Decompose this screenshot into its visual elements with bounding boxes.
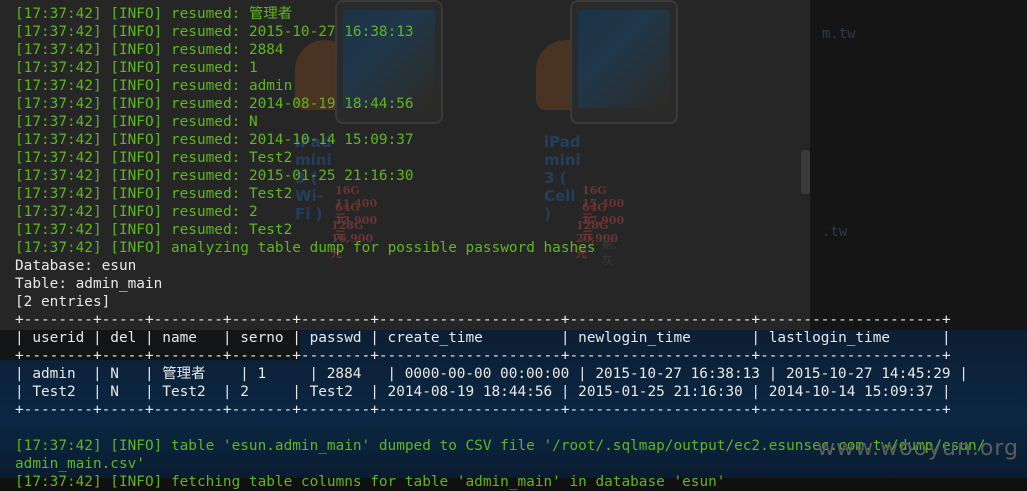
log-level: [INFO] xyxy=(110,222,163,238)
dump-database-label: Database: esun xyxy=(15,258,137,274)
log-message: resumed: 2015-01-25 21:16:30 xyxy=(170,168,414,184)
table-row: | Test2 | N | Test2 | 2 | Test2 | 2014-0… xyxy=(15,384,951,400)
terminal-window[interactable]: [17:37:42] [INFO] resumed: 管理者 [17:37:42]… xyxy=(0,0,1027,490)
log-line: [17:37:42] [INFO] resumed: 2 xyxy=(15,203,258,221)
log-timestamp: [17:37:42] xyxy=(15,204,102,220)
log-message: resumed: 2 xyxy=(170,204,258,220)
log-line: [17:37:42] [INFO] analyzing table dump f… xyxy=(15,239,596,257)
log-level: [INFO] xyxy=(110,168,163,184)
log-timestamp: [17:37:42] xyxy=(15,6,102,22)
log-timestamp: [17:37:42] xyxy=(15,96,102,112)
log-timestamp: [17:37:42] xyxy=(15,42,102,58)
log-line: [17:37:42] [INFO] resumed: 管理者 xyxy=(15,5,292,23)
log-line: [17:37:42] [INFO] fetching table columns… xyxy=(15,474,726,490)
log-line: [17:37:42] [INFO] resumed: N xyxy=(15,113,258,131)
log-timestamp: [17:37:42] xyxy=(15,60,102,76)
log-line: [17:37:42] [INFO] resumed: 2015-01-25 21… xyxy=(15,167,414,185)
log-message: resumed: 管理者 xyxy=(170,6,293,22)
log-message: resumed: 2014-08-19 18:44:56 xyxy=(170,96,414,112)
log-timestamp: [17:37:42] xyxy=(15,132,102,148)
log-message: analyzing table dump for possible passwo… xyxy=(170,240,596,256)
log-message: resumed: Test2 xyxy=(170,186,293,202)
log-line: [17:37:42] [INFO] resumed: 1 xyxy=(15,59,258,77)
log-line: [17:37:42] [INFO] resumed: 2015-10-27 16… xyxy=(15,23,414,41)
table-border: +--------+-----+--------+-------+-------… xyxy=(15,348,951,364)
log-timestamp: [17:37:42] xyxy=(15,78,102,94)
log-timestamp: [17:37:42] xyxy=(15,168,102,184)
log-line: admin_main.csv' xyxy=(15,456,145,472)
log-level: [INFO] xyxy=(110,78,163,94)
table-row: | admin | N | 管理者 | 1 | 2884 | 0000-00-0… xyxy=(15,366,968,382)
log-level: [INFO] xyxy=(110,186,163,202)
log-line: [17:37:42] [INFO] resumed: Test2 xyxy=(15,185,292,203)
log-message: resumed: Test2 xyxy=(170,222,293,238)
watermark: www.wooyun.org xyxy=(817,436,1019,461)
table-border: +--------+-----+--------+-------+-------… xyxy=(15,402,951,418)
dump-table-label: Table: admin_main xyxy=(15,276,163,292)
log-level: [INFO] xyxy=(110,42,163,58)
log-line: [17:37:42] [INFO] resumed: 2884 xyxy=(15,41,284,59)
log-timestamp: [17:37:42] xyxy=(15,24,102,40)
table-border: +--------+-----+--------+-------+-------… xyxy=(15,312,951,328)
log-line: [17:37:42] [INFO] resumed: 2014-10-14 15… xyxy=(15,131,414,149)
log-message: resumed: Test2 xyxy=(170,150,293,166)
log-message: resumed: N xyxy=(170,114,258,130)
log-message: resumed: 2015-10-27 16:38:13 xyxy=(170,24,414,40)
log-line: [17:37:42] [INFO] resumed: Test2 xyxy=(15,149,292,167)
dump-entry-count: [2 entries] xyxy=(15,294,111,310)
log-level: [INFO] xyxy=(110,96,163,112)
log-message: resumed: admin xyxy=(170,78,293,94)
table-header-row: | userid | del | name | serno | passwd |… xyxy=(15,330,951,346)
log-level: [INFO] xyxy=(110,24,163,40)
log-level: [INFO] xyxy=(110,114,163,130)
log-level: [INFO] xyxy=(110,132,163,148)
log-timestamp: [17:37:42] xyxy=(15,114,102,130)
log-line: [17:37:42] [INFO] resumed: Test2 xyxy=(15,221,292,239)
log-message: resumed: 1 xyxy=(170,60,258,76)
log-level: [INFO] xyxy=(110,60,163,76)
log-timestamp: [17:37:42] xyxy=(15,222,102,238)
log-level: [INFO] xyxy=(110,240,163,256)
log-level: [INFO] xyxy=(110,150,163,166)
log-level: [INFO] xyxy=(110,6,163,22)
log-timestamp: [17:37:42] xyxy=(15,186,102,202)
log-message: resumed: 2014-10-14 15:09:37 xyxy=(170,132,414,148)
log-timestamp: [17:37:42] xyxy=(15,150,102,166)
log-line: [17:37:42] [INFO] resumed: admin xyxy=(15,77,292,95)
log-timestamp: [17:37:42] xyxy=(15,240,102,256)
log-line: [17:37:42] [INFO] resumed: 2014-08-19 18… xyxy=(15,95,414,113)
log-message: resumed: 2884 xyxy=(170,42,284,58)
log-level: [INFO] xyxy=(110,204,163,220)
